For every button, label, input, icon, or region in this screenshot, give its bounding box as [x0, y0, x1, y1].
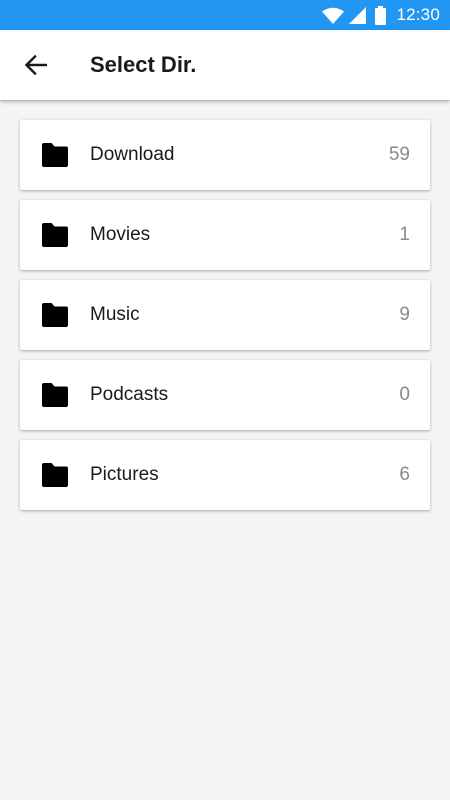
directory-name: Pictures: [90, 464, 159, 485]
folder-icon: [42, 463, 68, 487]
wifi-icon: [322, 7, 345, 24]
back-button[interactable]: [14, 43, 58, 87]
directory-item-movies[interactable]: Movies 1: [20, 200, 430, 270]
folder-icon: [42, 303, 68, 327]
page-title: Select Dir.: [90, 52, 197, 77]
battery-icon: [375, 5, 387, 25]
directory-count: 6: [399, 464, 410, 485]
directory-item-podcasts[interactable]: Podcasts 0: [20, 360, 430, 430]
cell-signal-icon: [349, 6, 367, 24]
status-bar: 12:30: [0, 0, 450, 30]
status-time: 12:30: [396, 5, 440, 24]
folder-icon: [42, 143, 68, 167]
app-bar: Select Dir.: [0, 30, 450, 100]
folder-icon: [42, 223, 68, 247]
directory-list: Download 59 Movies 1 Music 9 Podcasts 0 …: [20, 120, 430, 520]
directory-item-pictures[interactable]: Pictures 6: [20, 440, 430, 510]
directory-name: Download: [90, 144, 175, 165]
directory-name: Podcasts: [90, 384, 169, 405]
directory-count: 9: [399, 304, 410, 325]
directory-count: 59: [388, 144, 410, 165]
directory-name: Movies: [90, 224, 151, 245]
arrow-back-icon: [25, 55, 47, 75]
directory-count: 1: [399, 224, 410, 245]
directory-name: Music: [90, 304, 140, 325]
status-icons: 12:30: [322, 0, 440, 30]
folder-icon: [42, 383, 68, 407]
directory-count: 0: [399, 384, 410, 405]
directory-item-download[interactable]: Download 59: [20, 120, 430, 190]
directory-item-music[interactable]: Music 9: [20, 280, 430, 350]
